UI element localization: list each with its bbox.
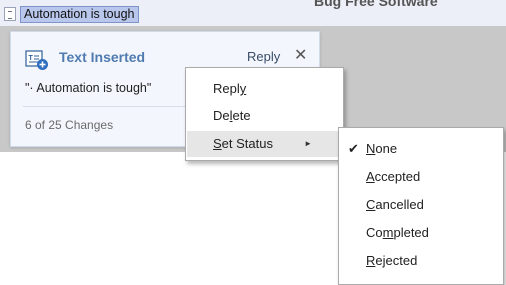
document-header-text: Bug Free Software — [314, 0, 438, 9]
submenu-arrow-icon: ► — [304, 139, 312, 148]
status-option-completed[interactable]: Completed — [340, 220, 502, 246]
close-icon[interactable]: ✕ — [294, 45, 307, 65]
selected-inserted-text[interactable]: Automation is tough — [20, 6, 139, 23]
status-option-none[interactable]: ✔ None — [340, 136, 502, 162]
checkmark-icon: ✔ — [348, 141, 359, 156]
status-option-accepted[interactable]: Accepted — [340, 164, 502, 190]
menu-item-set-status[interactable]: Set Status ► — [187, 131, 342, 157]
change-count-text: 6 of 25 Changes — [25, 118, 114, 132]
card-reply-button[interactable]: Reply — [247, 49, 280, 64]
status-option-cancelled[interactable]: Cancelled — [340, 192, 502, 218]
change-type-title: Text Inserted — [59, 49, 146, 65]
change-marker-icon[interactable] — [4, 7, 16, 21]
status-option-rejected[interactable]: Rejected — [340, 248, 502, 274]
change-quote-text: "· Automation is tough" — [25, 81, 152, 95]
svg-text:T: T — [29, 55, 34, 62]
text-inserted-icon: T — [25, 49, 49, 71]
set-status-submenu: ✔ None Accepted Cancelled Completed Reje… — [338, 127, 504, 285]
menu-item-reply[interactable]: Reply — [187, 76, 342, 102]
context-menu: Reply Delete Set Status ► — [185, 67, 344, 161]
menu-item-delete[interactable]: Delete — [187, 103, 342, 129]
